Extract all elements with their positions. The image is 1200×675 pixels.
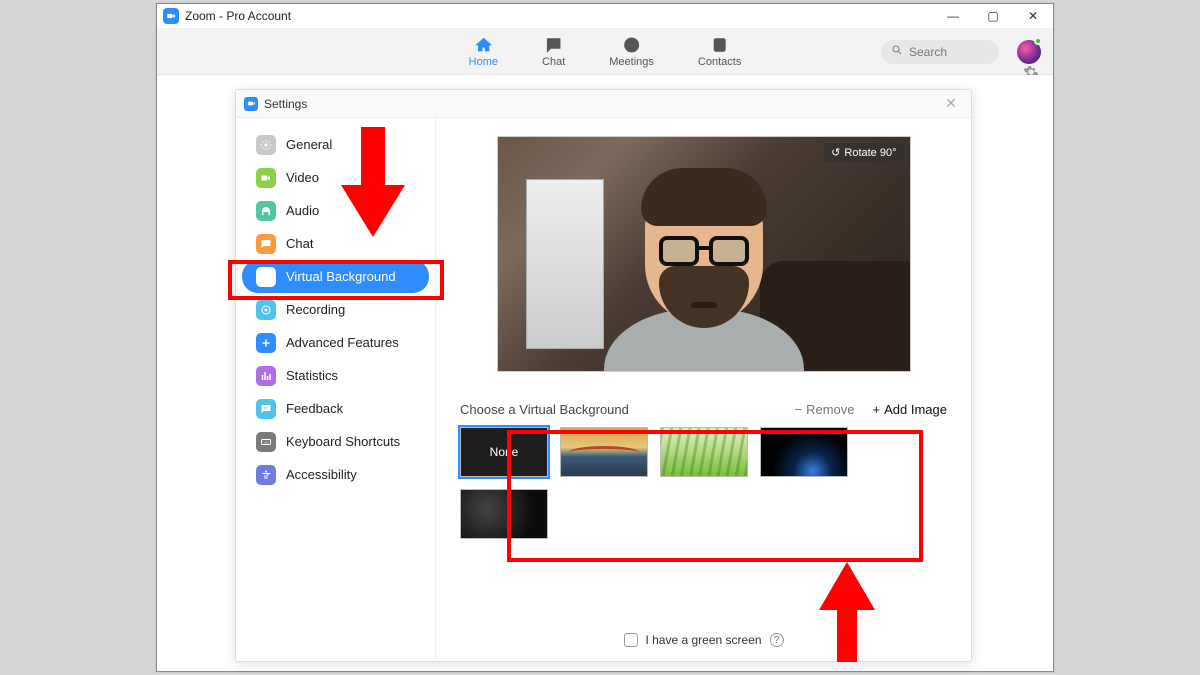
zoom-app-icon <box>163 8 179 24</box>
sidebar-item-video[interactable]: Video <box>242 161 429 194</box>
green-screen-checkbox[interactable] <box>623 633 637 647</box>
sidebar-label: Audio <box>286 203 319 218</box>
plus-icon: + <box>873 402 881 417</box>
background-thumbnails: None <box>460 427 880 539</box>
nav-contacts[interactable]: Contacts <box>698 36 741 68</box>
minus-icon: − <box>795 402 803 417</box>
sidebar-item-statistics[interactable]: Statistics <box>242 359 429 392</box>
nav-meetings-label: Meetings <box>609 56 654 68</box>
close-button[interactable]: ✕ <box>1013 4 1053 29</box>
home-icon <box>474 36 492 54</box>
video-icon <box>256 168 276 188</box>
nav-home[interactable]: Home <box>469 36 498 68</box>
clock-icon <box>623 36 641 54</box>
bg-thumb-dark[interactable] <box>460 489 548 539</box>
sidebar-item-general[interactable]: General <box>242 128 429 161</box>
maximize-button[interactable]: ▢ <box>973 4 1013 29</box>
chat-icon <box>545 36 563 54</box>
record-icon <box>256 300 276 320</box>
rotate-label: Rotate 90° <box>844 147 896 159</box>
settings-sidebar: General Video Audio Chat Virtual Backgro… <box>236 118 436 661</box>
titlebar: Zoom - Pro Account ― ▢ ✕ <box>157 4 1053 29</box>
settings-body: General Video Audio Chat Virtual Backgro… <box>236 118 971 661</box>
zoom-main-window: Zoom - Pro Account ― ▢ ✕ Home Chat Meeti… <box>156 3 1054 672</box>
settings-window: Settings ✕ General Video Audio Chat Virt… <box>235 89 972 662</box>
video-preview: ↺ Rotate 90° <box>497 136 911 372</box>
feedback-icon <box>256 399 276 419</box>
settings-title: Settings <box>264 97 307 111</box>
sidebar-label: Advanced Features <box>286 335 399 350</box>
remove-image-button[interactable]: −Remove <box>795 402 855 417</box>
nav-tabs: Home Chat Meetings Contacts <box>469 36 742 68</box>
virtual-background-icon <box>256 267 276 287</box>
help-icon[interactable]: ? <box>770 633 784 647</box>
rotate-90-button[interactable]: ↺ Rotate 90° <box>824 143 903 162</box>
settings-titlebar: Settings ✕ <box>236 90 971 118</box>
sidebar-item-audio[interactable]: Audio <box>242 194 429 227</box>
sidebar-item-keyboard-shortcuts[interactable]: Keyboard Shortcuts <box>242 425 429 458</box>
accessibility-icon <box>256 465 276 485</box>
keyboard-icon <box>256 432 276 452</box>
gear-icon <box>256 135 276 155</box>
bg-thumb-none[interactable]: None <box>460 427 548 477</box>
rotate-icon: ↺ <box>831 146 840 159</box>
sidebar-item-advanced-features[interactable]: Advanced Features <box>242 326 429 359</box>
nav-contacts-label: Contacts <box>698 56 741 68</box>
sidebar-label: General <box>286 137 332 152</box>
contacts-icon <box>711 36 729 54</box>
window-title: Zoom - Pro Account <box>185 9 291 23</box>
green-screen-label: I have a green screen <box>645 633 761 647</box>
sidebar-item-virtual-background[interactable]: Virtual Background <box>242 260 429 293</box>
add-label: Add Image <box>884 402 947 417</box>
sidebar-item-accessibility[interactable]: Accessibility <box>242 458 429 491</box>
sidebar-label: Statistics <box>286 368 338 383</box>
bg-thumb-grass[interactable] <box>660 427 748 477</box>
nav-home-label: Home <box>469 56 498 68</box>
sidebar-item-chat[interactable]: Chat <box>242 227 429 260</box>
chat-icon <box>256 234 276 254</box>
sidebar-item-recording[interactable]: Recording <box>242 293 429 326</box>
sidebar-item-feedback[interactable]: Feedback <box>242 392 429 425</box>
choose-bg-row: Choose a Virtual Background −Remove +Add… <box>460 402 947 417</box>
sidebar-label: Chat <box>286 236 313 251</box>
nav-chat-label: Chat <box>542 56 565 68</box>
top-nav-bar: Home Chat Meetings Contacts Search <box>157 29 1053 75</box>
sidebar-label: Recording <box>286 302 345 317</box>
green-screen-row: I have a green screen ? <box>623 633 783 647</box>
zoom-app-icon <box>244 97 258 111</box>
settings-content: ↺ Rotate 90° Choose a Virtual Background… <box>436 118 971 661</box>
stats-icon <box>256 366 276 386</box>
presence-indicator <box>1034 37 1042 45</box>
minimize-button[interactable]: ― <box>933 4 973 29</box>
sidebar-label: Keyboard Shortcuts <box>286 434 400 449</box>
sidebar-label: Feedback <box>286 401 343 416</box>
remove-label: Remove <box>806 402 854 417</box>
search-input[interactable]: Search <box>881 40 999 64</box>
add-image-button[interactable]: +Add Image <box>873 402 947 417</box>
nav-meetings[interactable]: Meetings <box>609 36 654 68</box>
headphones-icon <box>256 201 276 221</box>
bg-thumb-bridge[interactable] <box>560 427 648 477</box>
main-area: Settings ✕ General Video Audio Chat Virt… <box>157 75 1053 671</box>
background-object <box>526 179 604 349</box>
choose-bg-label: Choose a Virtual Background <box>460 402 629 417</box>
bg-thumb-space[interactable] <box>760 427 848 477</box>
sidebar-label: Video <box>286 170 319 185</box>
nav-chat[interactable]: Chat <box>542 36 565 68</box>
search-placeholder: Search <box>909 45 947 59</box>
plus-icon <box>256 333 276 353</box>
sidebar-label: Accessibility <box>286 467 357 482</box>
sidebar-label: Virtual Background <box>286 269 396 284</box>
settings-close-button[interactable]: ✕ <box>939 95 963 112</box>
search-icon <box>891 44 903 59</box>
none-label: None <box>490 445 519 459</box>
window-controls: ― ▢ ✕ <box>933 4 1053 29</box>
